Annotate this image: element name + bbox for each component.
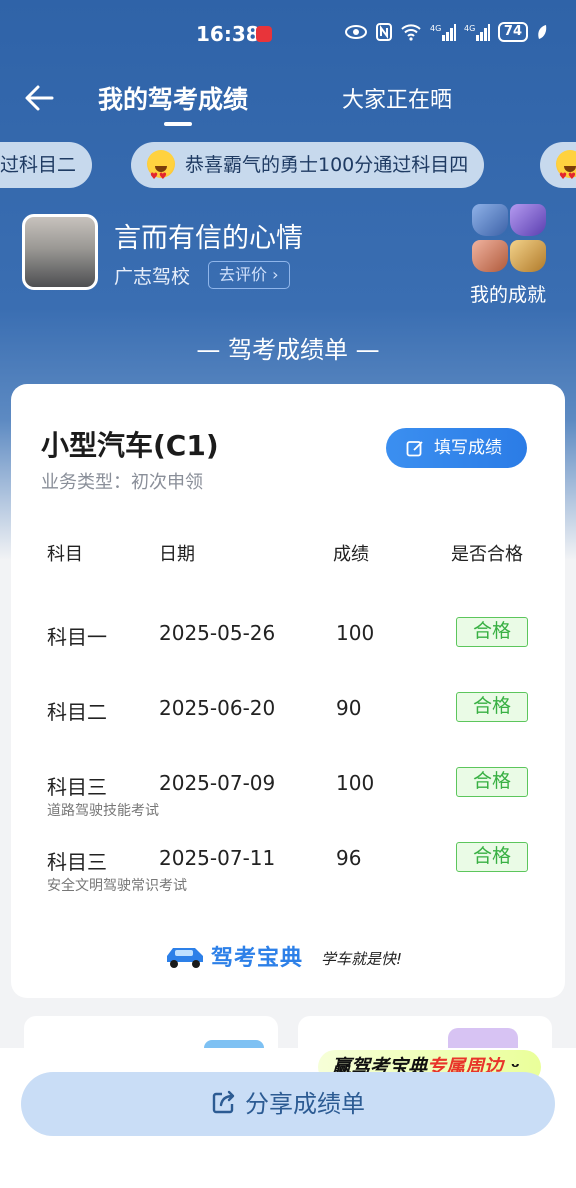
brand-slogan: 学车就是快! — [321, 950, 403, 968]
tab-everyone-sharing[interactable]: 大家正在晒 — [342, 82, 452, 114]
battery-level: 74 — [497, 22, 528, 42]
business-type: 业务类型：初次申领 — [41, 472, 203, 493]
row-subject: 科目一 — [47, 625, 107, 649]
brand-logo: 驾考宝典 学车就是快! — [163, 940, 413, 974]
tab-indicator — [164, 122, 192, 126]
row-subtitle: 安全文明驾驶常识考试 — [47, 878, 187, 894]
medal-icon — [472, 240, 508, 272]
car-logo-icon — [167, 948, 203, 968]
nfc-icon — [375, 23, 392, 41]
username: 言而有信的心情 — [114, 223, 303, 254]
share-button-label: 分享成绩单 — [245, 1090, 365, 1118]
share-icon — [212, 1090, 235, 1114]
brand-name: 驾考宝典 — [211, 946, 304, 971]
medal-icon — [510, 204, 546, 236]
fill-score-button[interactable]: 填写成绩 — [386, 428, 527, 468]
row-score: 90 — [336, 696, 362, 720]
rate-button[interactable]: 去评价 › — [208, 261, 290, 289]
section-title: — 驾考成绩单 — — [196, 336, 380, 364]
app-notification-icon — [256, 26, 272, 42]
svg-text:4G: 4G — [464, 24, 475, 33]
column-header: 是否合格 — [451, 544, 523, 565]
ticker-text: 恭喜霸气的勇士100分通过科目四 — [185, 154, 469, 176]
column-header: 成绩 — [333, 544, 369, 565]
top-nav: 我的驾考成绩 大家正在晒 — [0, 68, 576, 132]
medal-icon — [472, 204, 508, 236]
ticker-chip[interactable]: 恭喜霸气的勇士100分通过科目四 — [131, 142, 485, 188]
medal-icon — [510, 240, 546, 272]
row-subject: 科目三 — [47, 775, 107, 799]
rate-button-label: 去评价 — [219, 265, 268, 284]
achievement-medals[interactable] — [470, 202, 552, 274]
avatar[interactable] — [22, 214, 98, 290]
vehicle-type: 小型汽车(C1) — [41, 429, 219, 462]
congrats-ticker: 过科目二 恭喜霸气的勇士100分通过科目四 — [0, 142, 576, 188]
row-score: 100 — [336, 771, 375, 795]
score-card: 小型汽车(C1) 业务类型：初次申领 填写成绩 科目 日期 成绩 是否合格 科目… — [11, 384, 565, 998]
signal-4g-icon: 4G — [464, 24, 490, 41]
row-score: 96 — [336, 846, 362, 870]
tab-my-scores[interactable]: 我的驾考成绩 — [98, 80, 248, 116]
row-subject: 科目二 — [47, 700, 107, 724]
row-date: 2025-06-20 — [159, 696, 276, 720]
pass-badge: 合格 — [456, 692, 528, 722]
pass-badge: 合格 — [456, 767, 528, 797]
row-date: 2025-07-11 — [159, 846, 276, 870]
svg-text:4G: 4G — [430, 24, 441, 33]
ticker-chip[interactable] — [540, 142, 576, 188]
column-header: 日期 — [159, 544, 195, 565]
status-icons: 4G 4G 74 — [344, 22, 548, 42]
share-report-button[interactable]: 分享成绩单 — [21, 1072, 555, 1136]
wifi-icon — [401, 24, 421, 41]
pass-badge: 合格 — [456, 617, 528, 647]
driving-school: 广志驾校 — [114, 266, 191, 288]
status-bar: 16:38 4G 4G 74 — [0, 0, 576, 68]
fill-score-label: 填写成绩 — [434, 438, 502, 458]
row-score: 100 — [336, 621, 375, 645]
row-subtitle: 道路驾驶技能考试 — [47, 803, 159, 819]
row-subject: 科目三 — [47, 850, 107, 874]
pass-badge: 合格 — [456, 842, 528, 872]
signal-4g-icon: 4G — [430, 24, 456, 41]
leaf-icon — [538, 25, 547, 39]
edit-icon — [406, 441, 423, 457]
column-header: 科目 — [47, 544, 83, 565]
row-date: 2025-07-09 — [159, 771, 276, 795]
back-arrow-icon[interactable] — [22, 80, 58, 116]
achievements-label[interactable]: 我的成就 — [470, 280, 546, 307]
eye-icon — [344, 25, 367, 39]
row-date: 2025-05-26 — [159, 621, 276, 645]
status-time: 16:38 — [196, 22, 260, 46]
star-struck-emoji-icon — [147, 149, 175, 188]
star-struck-emoji-icon — [556, 149, 576, 188]
ticker-text: 过科目二 — [0, 154, 77, 176]
ticker-chip[interactable]: 过科目二 — [0, 142, 93, 188]
